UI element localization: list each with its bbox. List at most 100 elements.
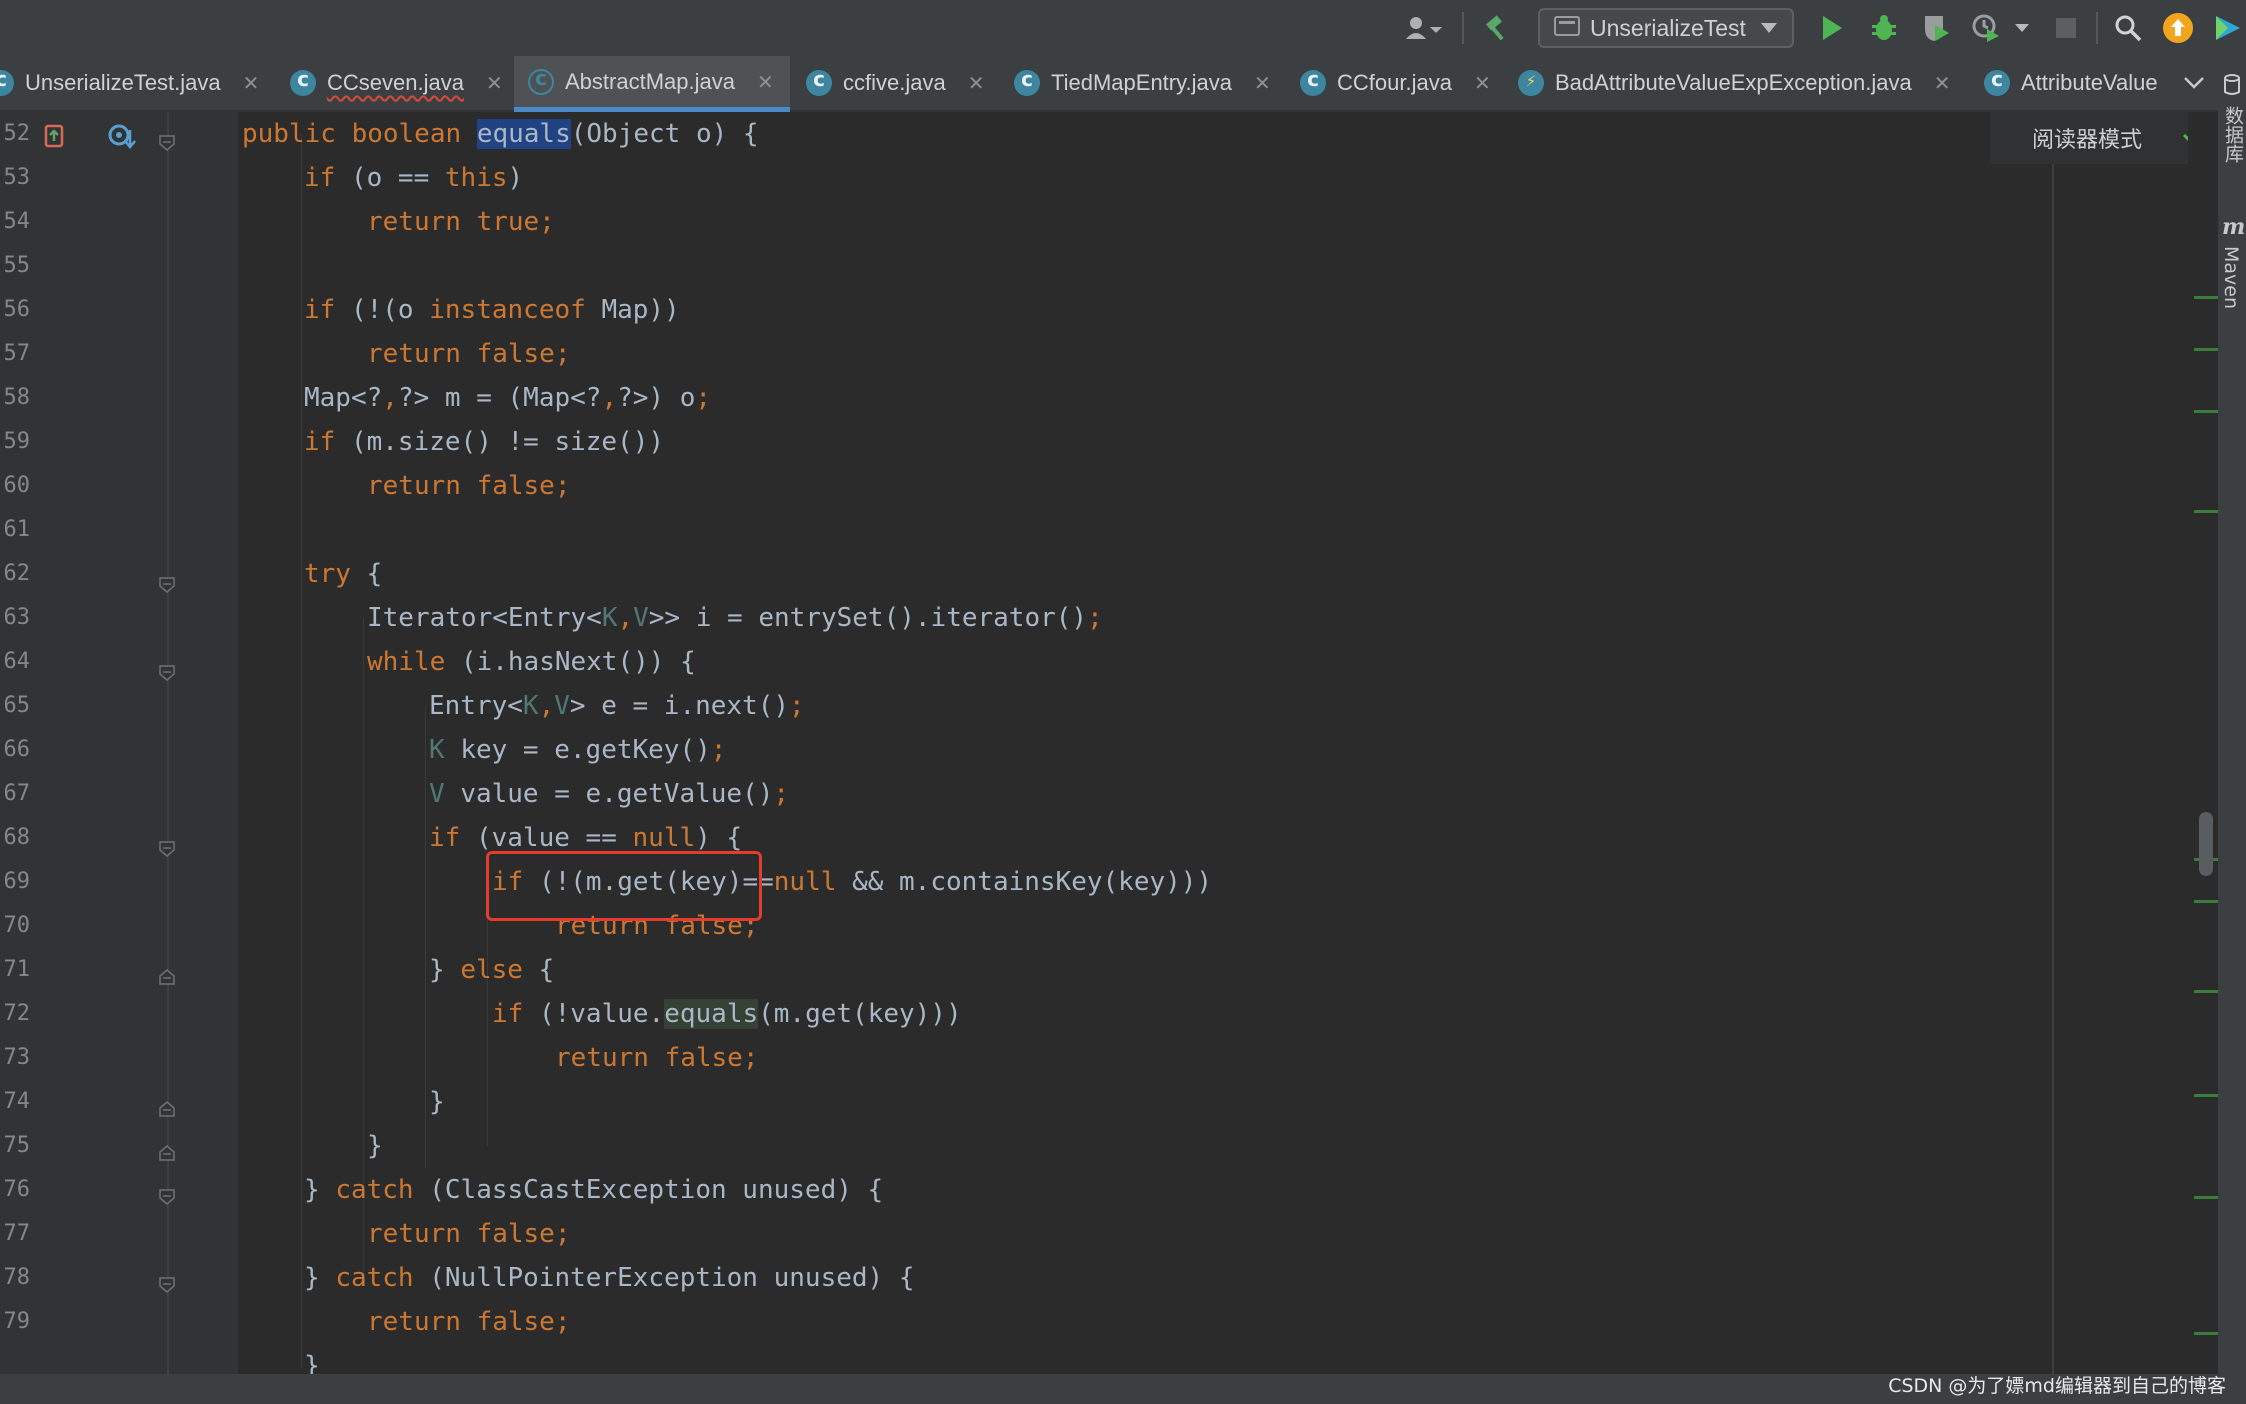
change-marker[interactable] [2194,1332,2218,1335]
code-line-57: return false; [367,339,571,369]
tab-label: UnserializeTest.java [25,70,221,95]
coverage-icon[interactable] [1916,0,1956,56]
change-marker[interactable] [2194,1094,2218,1097]
tab-overflow-chevron-icon[interactable] [2176,56,2212,110]
close-icon[interactable]: ✕ [1254,71,1271,95]
code-line-66: K key = e.getKey(); [429,735,727,765]
line-number: 58 [3,385,31,410]
chevron-down-icon[interactable] [2008,0,2036,56]
fold-marker-icon[interactable] [158,1276,176,1294]
chevron-down-icon [1760,19,1778,38]
change-marker[interactable] [2194,510,2218,513]
reader-mode-toggle[interactable]: 阅读器模式 [1990,112,2208,164]
fold-guide-line [167,112,169,1374]
database-icon[interactable] [2223,74,2241,100]
search-icon[interactable] [2106,0,2150,56]
profile-icon[interactable] [1966,0,2006,56]
vertical-scrollbar-thumb[interactable] [2199,812,2213,876]
line-number: 68 [3,825,31,850]
annotation-highlight-box [486,851,762,921]
line-number: 53 [3,165,31,190]
fold-marker-icon[interactable] [158,664,176,682]
line-number: 60 [3,473,31,498]
line-number: 65 [3,693,31,718]
line-number: 74 [3,1089,31,1114]
maven-icon[interactable]: m [2222,214,2245,240]
error-stripe[interactable] [2188,112,2214,1374]
line-number: 54 [3,209,31,234]
build-hammer-icon[interactable] [1476,0,1520,56]
code-line-64: while (i.hasNext()) { [367,647,696,677]
close-icon[interactable]: ✕ [243,71,260,95]
code-line-73: return false; [555,1043,759,1073]
line-number: 79 [3,1309,31,1334]
tab-tiedmapentry[interactable]: TiedMapEntry.java ✕ [1014,56,1284,110]
change-marker[interactable] [2194,1196,2218,1199]
code-line-67: V value = e.getValue(); [429,779,790,809]
fold-marker-icon[interactable] [158,576,176,594]
change-marker[interactable] [2194,348,2218,351]
change-marker[interactable] [2194,900,2218,903]
close-icon[interactable]: ✕ [486,71,503,95]
update-icon[interactable] [2158,0,2198,56]
tab-ccseven[interactable]: CCseven.java ✕ [290,56,508,110]
override-marker-icon[interactable] [108,124,138,154]
run-config-label: UnserializeTest [1590,14,1746,41]
line-number: 72 [3,1001,31,1026]
tab-ccfive[interactable]: ccfive.java ✕ [806,56,1006,110]
debug-icon[interactable] [1864,0,1904,56]
editor-tab-bar: UnserializeTest.java ✕ CCseven.java ✕ Ab… [0,56,2246,112]
fold-marker-icon[interactable] [158,1188,176,1206]
code-line-77: return false; [367,1219,571,1249]
change-marker[interactable] [2194,990,2218,993]
code-editor[interactable]: public boolean equals(Object o) { if (o … [238,112,2058,1374]
code-line-75: } [367,1131,383,1161]
line-number: 76 [3,1177,31,1202]
code-line-56: if (!(o instanceof Map)) [304,295,680,325]
line-number: 62 [3,561,31,586]
tab-label: BadAttributeValueExpException.java [1555,70,1912,95]
tab-attributevalue[interactable]: AttributeValue [1984,56,2160,110]
indent-guide [301,178,302,1368]
code-line-63: Iterator<Entry<K,V>> i = entrySet().iter… [367,603,1103,633]
run-icon[interactable] [1812,0,1852,56]
run-configuration-selector[interactable]: UnserializeTest [1538,8,1794,48]
reader-mode-label: 阅读器模式 [2032,128,2143,153]
class-icon [806,67,832,96]
change-marker[interactable] [2194,410,2218,413]
close-icon[interactable]: ✕ [968,71,985,95]
stop-icon[interactable] [2048,0,2084,56]
database-panel-tab[interactable]: 数据库 [2220,106,2246,163]
abstract-class-icon [528,66,554,95]
fold-marker-icon[interactable] [158,840,176,858]
close-icon[interactable]: ✕ [757,70,774,94]
change-marker[interactable] [2194,296,2218,299]
line-number: 70 [3,913,31,938]
close-icon[interactable]: ✕ [1934,71,1951,95]
code-line-78: } catch (NullPointerException unused) { [304,1263,915,1293]
plugin-icon[interactable] [2210,0,2246,56]
indent-guide [487,882,488,1146]
exception-class-icon [1518,70,1544,96]
code-line-53: if (o == this) [304,163,524,193]
fold-marker-icon[interactable] [158,1144,176,1162]
tab-ccfour[interactable]: CCfour.java ✕ [1300,56,1496,110]
fold-marker-icon[interactable] [158,968,176,986]
right-tool-window-strip: 数据库 m Maven [2218,56,2246,1374]
code-line-54: return true; [367,207,555,237]
line-number: 52 [3,121,31,146]
implementation-marker-icon[interactable] [42,124,68,152]
tab-badattributevalueexpexception[interactable]: BadAttributeValueExpException.java ✕ [1518,56,1958,110]
code-line-58: Map<?,?> m = (Map<?,?>) o; [304,383,712,413]
fold-marker-icon[interactable] [158,1100,176,1118]
close-icon[interactable]: ✕ [1474,71,1491,95]
toolbar-separator [1462,12,1464,44]
maven-panel-tab[interactable]: Maven [2220,246,2242,309]
tab-abstractmap[interactable]: AbstractMap.java ✕ [514,56,790,112]
code-line-65: Entry<K,V> e = i.next(); [429,691,805,721]
tab-label: AbstractMap.java [565,68,735,94]
tab-unserializetest[interactable]: UnserializeTest.java ✕ [0,56,264,110]
fold-marker-icon[interactable] [158,134,176,152]
code-line-52: public boolean equals(Object o) { [242,119,759,149]
user-icon[interactable] [1396,0,1452,56]
